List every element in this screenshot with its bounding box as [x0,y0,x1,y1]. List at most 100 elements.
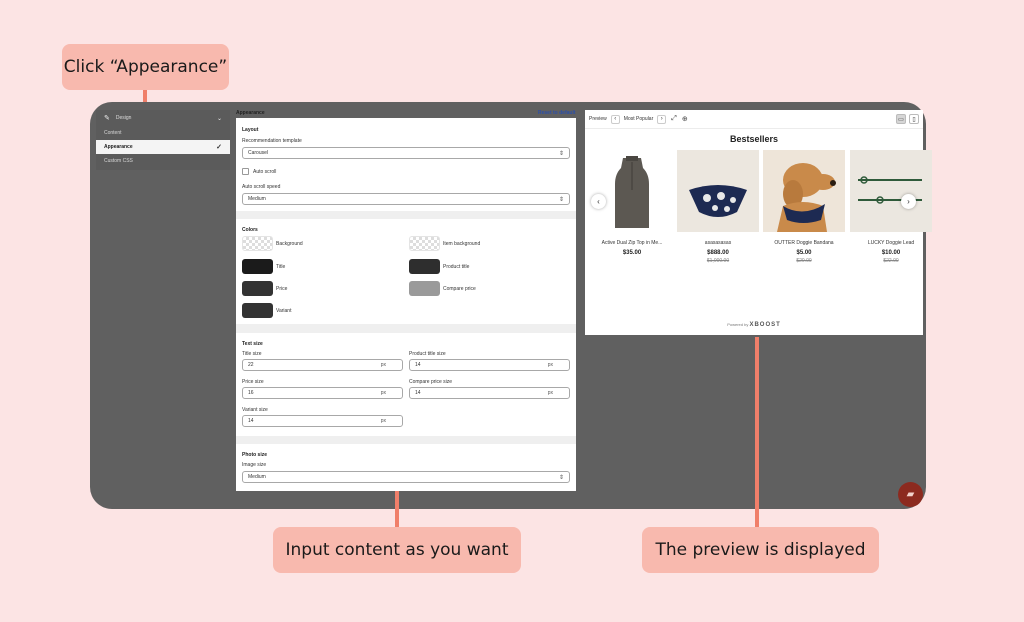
image-size-label: Image size [242,462,267,468]
settings-title: Appearance [236,110,265,116]
title-color-label: Title [276,264,286,270]
auto-scroll-checkbox[interactable] [242,168,249,175]
speed-label: Auto scroll speed [242,184,281,190]
sidebar-item-label: Content [104,130,122,136]
item-background-color-label: Item background [443,241,481,247]
preview-pane: Preview ‹ Most Popular › ⤢ ⊕ ▭ ▯ Bestsel… [585,110,932,335]
prev-template-button[interactable]: ‹ [610,114,620,124]
select-arrows-icon: ⇕ [558,196,564,203]
product-price: $10.00 [881,250,901,256]
compare-price-size-value: 14 [415,390,421,396]
sidebar-section-design[interactable]: ✎ Design ⌄ [96,110,230,126]
unit-label: px [547,362,553,368]
select-arrows-icon: ⇕ [558,150,564,157]
colors-title: Colors [242,227,258,233]
product-name: Active Dual Zip Top in Me... [601,240,663,246]
product-compare-price: $22.00 [883,258,899,264]
connector-input [395,491,399,528]
product-name: LUCKY Doggie Lead [867,240,915,246]
mobile-icon[interactable]: ▯ [909,114,919,124]
title-color-swatch[interactable] [242,259,273,274]
price-color-label: Price [276,286,288,292]
item-background-color-swatch[interactable] [409,236,440,251]
reset-to-default-link[interactable]: Reset to default [538,110,576,116]
variant-size-label: Variant size [242,407,268,413]
price-size-value: 16 [248,390,254,396]
preview-heading: Bestsellers [729,134,779,144]
powered-by: Powered by XBOOST [585,322,923,328]
chevron-right-icon: › [907,197,910,206]
product-price: $888.00 [707,250,729,256]
check-icon: ✓ [216,144,222,151]
product-title-color-swatch[interactable] [409,259,440,274]
image-size-value: Medium [248,474,266,480]
product-card[interactable]: asasasasas $888.00 $1,000.00 [677,150,759,264]
zoom-icon[interactable]: ⊕ [682,115,688,123]
compare-price-color-swatch[interactable] [409,281,440,296]
variant-color-label: Variant [276,308,292,314]
product-title-size-value: 14 [415,362,421,368]
background-color-label: Background [276,241,303,247]
carousel-prev-button[interactable]: ‹ [591,194,606,209]
product-image [763,150,845,232]
expand-icon[interactable]: ⤢ [671,115,677,123]
settings-panel: Layout Recommendation template Carousel … [236,118,576,491]
auto-scroll-label: Auto scroll [253,169,277,175]
background-color-swatch[interactable] [242,236,273,251]
chevron-down-icon: ⌄ [216,115,222,122]
variant-size-input[interactable]: 14 px [242,415,403,427]
template-value: Carousel [248,150,269,156]
chevron-left-icon: ‹ [614,116,617,122]
desktop-icon[interactable]: ▭ [896,114,906,124]
product-title-size-label: Product title size [409,351,446,357]
price-color-swatch[interactable] [242,281,273,296]
colors-card: Colors Background Item background Title … [236,219,576,324]
product-card[interactable]: LUCKY Doggie Lead $10.00 $22.00 [850,150,932,264]
product-price: $35.00 [622,250,642,256]
device-switcher: ▭ ▯ [896,114,919,124]
callout-preview-displayed: The preview is displayed [642,527,879,573]
powered-by-label: Powered by [727,322,749,327]
image-size-select[interactable]: Medium ⇕ [242,471,570,483]
callout-click-appearance: Click “Appearance” [62,44,229,90]
callout-input-content: Input content as you want [273,527,521,573]
unit-label: px [380,418,386,424]
select-arrows-icon: ⇕ [558,474,564,481]
photo-size-title: Photo size [242,452,268,458]
preview-toolbar: Preview ‹ Most Popular › ⤢ ⊕ ▭ ▯ [585,110,923,129]
title-size-label: Title size [242,351,262,357]
product-card[interactable]: OUTTER Doggie Bandana $5.00 $20.00 [763,150,845,264]
product-image [677,150,759,232]
compare-price-size-label: Compare price size [409,379,453,385]
unit-label: px [547,390,553,396]
preview-select[interactable]: Most Popular [624,116,653,122]
chat-button[interactable]: ▰ [898,482,923,507]
chat-icon: ▰ [906,489,915,500]
chevron-left-icon: ‹ [597,197,600,206]
sidebar-item-appearance[interactable]: Appearance ✓ [96,140,230,154]
template-label: Recommendation template [242,138,302,144]
speed-value: Medium [248,196,266,202]
product-price: $5.00 [796,250,812,256]
variant-color-swatch[interactable] [242,303,273,318]
layout-title: Layout [242,127,259,133]
sidebar-item-label: Appearance [104,144,133,150]
unit-label: px [380,390,386,396]
compare-price-size-input[interactable]: 14 px [409,387,570,399]
product-title-size-input[interactable]: 14 px [409,359,570,371]
template-select[interactable]: Carousel ⇕ [242,147,570,159]
speed-select[interactable]: Medium ⇕ [242,193,570,205]
sidebar-item-custom-css[interactable]: Custom CSS [96,154,230,168]
next-template-button[interactable]: › [657,114,667,124]
product-name: OUTTER Doggie Bandana [774,240,834,246]
title-size-value: 22 [248,362,254,368]
product-image [850,150,932,232]
price-size-label: Price size [242,379,264,385]
sidebar-item-content[interactable]: Content [96,126,230,140]
carousel-next-button[interactable]: › [901,194,916,209]
title-size-input[interactable]: 22 px [242,359,403,371]
connector-preview [755,337,759,528]
brush-icon: ✎ [104,115,110,122]
price-size-input[interactable]: 16 px [242,387,403,399]
product-title-color-label: Product title [443,264,470,270]
